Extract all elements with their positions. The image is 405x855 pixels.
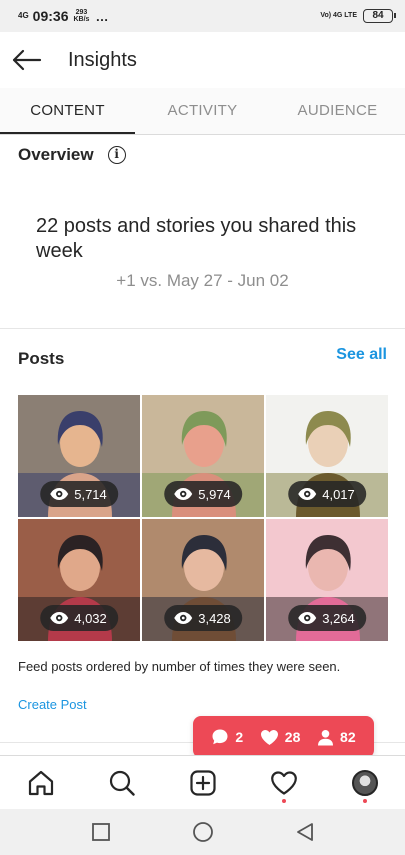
eye-icon [174,612,193,624]
system-navigation [0,809,405,855]
activity-notification-popup[interactable]: 2 28 82 [193,716,374,765]
post-thumbnail[interactable]: 3,264 [266,519,388,641]
eye-icon [298,612,317,624]
new-post-button[interactable] [183,763,223,803]
heart-icon [260,729,278,745]
comments-count: 2 [235,729,244,745]
eye-icon [298,488,317,500]
view-count-badge: 4,032 [40,605,118,631]
activity-heart-icon [270,770,297,795]
view-count-badge: 3,264 [288,605,366,631]
header: Insights [0,32,405,88]
likes-count-item: 28 [260,729,301,746]
view-count: 3,428 [198,610,231,626]
tab-bar: CONTENT ACTIVITY AUDIENCE [0,88,405,135]
view-count: 3,264 [322,610,355,626]
clock: 09:36 [32,8,69,24]
view-count-badge: 5,974 [164,481,242,507]
tab-content[interactable]: CONTENT [0,88,135,134]
view-count: 5,714 [74,486,107,502]
posts-label: Posts [18,349,65,368]
network-speed: 293 KB/s [73,9,90,23]
likes-count: 28 [284,729,301,745]
home-icon [28,770,53,795]
view-count-badge: 4,017 [288,481,366,507]
back-triangle-icon[interactable] [295,822,315,842]
overview-header: Overview i [18,145,126,165]
search-icon [109,770,135,796]
info-icon[interactable]: i [107,146,126,164]
section-divider [0,328,405,329]
post-thumbnail[interactable]: 5,714 [18,395,140,517]
followers-count-item: 82 [317,729,356,746]
comment-icon [212,729,228,745]
activity-button[interactable] [264,763,304,803]
overview-comparison: +1 vs. May 27 - Jun 02 [116,271,289,290]
view-count-badge: 3,428 [164,605,242,631]
eye-icon [50,612,69,624]
view-count: 4,017 [322,486,355,502]
overview-summary: 22 posts and stories you shared this wee… [36,215,357,262]
status-bar: 4G 09:36 293 KB/s … Vo) 4G LTE 84 [0,0,405,32]
recents-icon[interactable] [91,822,111,842]
post-thumbnail[interactable]: 5,974 [142,395,264,517]
new-post-icon [189,769,216,796]
view-count-badge: 5,714 [40,481,118,507]
post-thumbnail[interactable]: 4,032 [18,519,140,641]
comments-count-item: 2 [211,728,243,746]
view-count: 4,032 [74,610,107,626]
tab-audience[interactable]: AUDIENCE [270,88,405,134]
profile-avatar [351,769,378,796]
create-post-link[interactable]: Create Post [18,697,87,712]
activity-dot [281,798,286,803]
home-circle-icon[interactable] [192,821,214,843]
bottom-navigation [0,755,405,809]
eye-icon [174,488,193,500]
profile-dot [362,798,367,803]
page-title: Insights [68,48,137,71]
posts-footnote: Feed posts ordered by number of times th… [18,659,341,674]
view-count: 5,974 [198,486,231,502]
home-button[interactable] [21,763,61,803]
more-notifications-icon: … [95,8,110,24]
search-button[interactable] [102,763,142,803]
person-icon [318,729,334,745]
see-all-link[interactable]: See all [336,346,387,364]
network-type: Vo) 4G LTE [320,12,357,19]
tab-activity[interactable]: ACTIVITY [135,88,270,134]
back-arrow-icon[interactable] [12,49,42,71]
post-thumbnail[interactable]: 4,017 [266,395,388,517]
followers-count: 82 [340,729,356,745]
eye-icon [50,488,69,500]
battery-indicator: 84 [363,9,396,23]
post-thumbnail[interactable]: 3,428 [142,519,264,641]
posts-grid: 5,714 5,974 4,017 4,032 3,428 3,264 [18,395,388,641]
signal-indicator: 4G [18,11,29,20]
profile-button[interactable] [345,763,385,803]
overview-label: Overview [18,145,94,164]
